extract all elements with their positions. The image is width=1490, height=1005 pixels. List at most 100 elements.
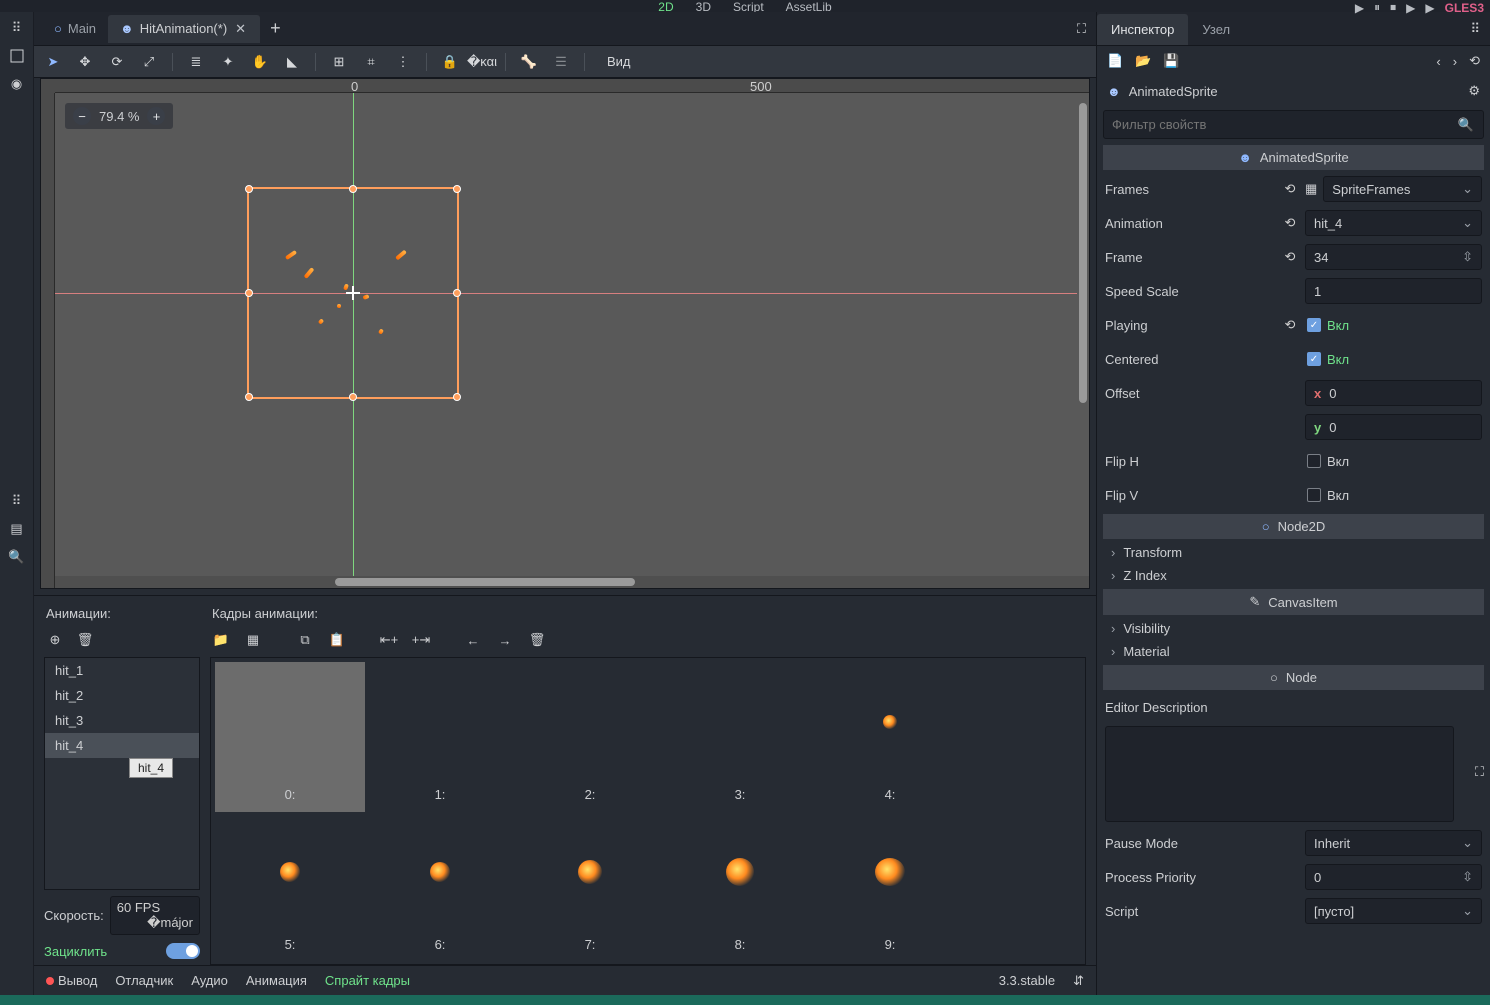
play-scene-icon[interactable]: ▶ <box>1406 1 1415 15</box>
status-spriteframes[interactable]: Спрайт кадры <box>325 973 410 988</box>
snap-toggle-icon[interactable]: ⊞ <box>330 53 348 71</box>
copy-frame-icon[interactable]: ⧉ <box>296 631 314 649</box>
inspector-tab[interactable]: Инспектор <box>1097 14 1188 45</box>
section-node[interactable]: ○Node <box>1103 665 1484 690</box>
rotate-tool-icon[interactable]: ⟳ <box>108 53 126 71</box>
new-resource-icon[interactable]: 📄 <box>1107 53 1123 69</box>
zoom-in-button[interactable]: + <box>147 107 165 125</box>
ruler-tool-icon[interactable]: ◣ <box>283 53 301 71</box>
node-options-icon[interactable]: ⚙ <box>1468 83 1480 99</box>
dock-drag3-icon[interactable]: ⠿ <box>1460 13 1490 45</box>
lock-icon[interactable]: 🔒 <box>441 53 459 71</box>
pan-tool-icon[interactable]: ✋ <box>251 53 269 71</box>
more-snap-icon[interactable]: ⋮ <box>394 53 412 71</box>
insert-after-icon[interactable]: +⇥ <box>412 631 430 649</box>
anim-item-hit3[interactable]: hit_3 <box>45 708 199 733</box>
frame-6[interactable]: 6: <box>365 812 515 962</box>
history-fwd-icon[interactable]: › <box>1453 54 1457 69</box>
add-animation-icon[interactable]: ⊕ <box>46 631 64 649</box>
close-tab-icon[interactable]: ✕ <box>233 21 248 37</box>
frame-0[interactable]: 0: <box>215 662 365 812</box>
offset-y-value[interactable]: y0 <box>1305 414 1482 440</box>
frame-7[interactable]: 7: <box>515 812 665 962</box>
frame-4[interactable]: 4: <box>815 662 965 812</box>
script-value[interactable]: [пусто]⌄ <box>1305 898 1482 924</box>
frames-grid[interactable]: 0: 1: 2: 3: 4: 5: 6: 7: 8: 9: <box>210 657 1086 965</box>
delete-frame-icon[interactable]: 🗑 <box>528 631 546 649</box>
play-custom-icon[interactable]: ▶ <box>1425 1 1434 15</box>
animation-list[interactable]: hit_1 hit_2 hit_3 hit_4 hit_4 <box>44 657 200 890</box>
group-transform[interactable]: ›Transform <box>1097 541 1490 564</box>
scene-dock-icon[interactable] <box>7 46 27 66</box>
move-tool-icon[interactable]: ✥ <box>76 53 94 71</box>
frame-revert-icon[interactable]: ⟲ <box>1281 249 1299 265</box>
frame-2[interactable]: 2: <box>515 662 665 812</box>
playing-revert-icon[interactable]: ⟲ <box>1281 317 1299 333</box>
history-menu-icon[interactable]: ⟲ <box>1469 53 1480 69</box>
eye-icon[interactable]: ◉ <box>7 74 27 94</box>
pausemode-value[interactable]: Inherit⌄ <box>1305 830 1482 856</box>
view-menu[interactable]: Вид <box>599 54 639 69</box>
stop-icon[interactable]: ⏹ <box>1390 0 1396 15</box>
open-resource-icon[interactable]: 📂 <box>1135 53 1151 69</box>
frame-5[interactable]: 5: <box>215 812 365 962</box>
playing-checkbox[interactable]: ✓Вкл <box>1305 312 1482 338</box>
editor-desc-textarea[interactable] <box>1105 726 1454 822</box>
speed-input[interactable]: 60 FPS�májor <box>110 896 200 935</box>
loop-toggle[interactable] <box>166 943 200 959</box>
canvas-viewport[interactable]: 0 500 <box>40 78 1090 589</box>
history-back-icon[interactable]: ‹ <box>1436 54 1440 69</box>
insert-before-icon[interactable]: ⇤+ <box>380 631 398 649</box>
anim-item-hit4[interactable]: hit_4 <box>45 733 199 758</box>
search-icon[interactable]: 🔍 <box>1458 117 1474 133</box>
section-node2d[interactable]: ○Node2D <box>1103 514 1484 539</box>
frame-value[interactable]: 34⇳ <box>1305 244 1482 270</box>
status-audio[interactable]: Аудио <box>191 973 228 988</box>
zoom-out-button[interactable]: − <box>73 107 91 125</box>
tab-hitanimation[interactable]: ☻ HitAnimation(*) ✕ <box>108 15 260 43</box>
node-tab[interactable]: Узел <box>1188 14 1244 45</box>
anim-item-hit1[interactable]: hit_1 <box>45 658 199 683</box>
scale-tool-icon[interactable]: ⤢ <box>140 53 158 71</box>
pivot-tool-icon[interactable]: ✦ <box>219 53 237 71</box>
selection-box[interactable] <box>247 187 459 399</box>
delete-animation-icon[interactable]: 🗑 <box>76 631 94 649</box>
save-resource-icon[interactable]: 💾 <box>1163 53 1179 69</box>
status-output[interactable]: Вывод <box>46 973 97 988</box>
tab-main[interactable]: ○ Main <box>42 15 108 42</box>
search-dock-icon[interactable]: 🔍 <box>7 547 27 567</box>
canvas-vscrollbar[interactable] <box>1077 93 1089 576</box>
pause-icon[interactable]: ⏸ <box>1374 0 1380 15</box>
canvas-hscrollbar[interactable] <box>55 576 1089 588</box>
distraction-free-icon[interactable]: ⛶ <box>1067 17 1096 41</box>
section-animatedsprite[interactable]: ☻ AnimatedSprite <box>1103 145 1484 170</box>
list-tool-icon[interactable]: ≣ <box>187 53 205 71</box>
ruler-vertical[interactable] <box>41 93 55 588</box>
dock-drag2-icon[interactable]: ⠿ <box>7 491 27 511</box>
anim-item-hit2[interactable]: hit_2 <box>45 683 199 708</box>
group-icon[interactable]: �και <box>473 53 491 71</box>
move-left-icon[interactable]: ← <box>464 631 482 649</box>
bone-icon[interactable]: 🦴 <box>520 53 538 71</box>
grid-frame-icon[interactable]: ▦ <box>244 631 262 649</box>
skeleton-icon[interactable]: ☰ <box>552 53 570 71</box>
frame-1[interactable]: 1: <box>365 662 515 812</box>
status-animation[interactable]: Анимация <box>246 973 307 988</box>
move-right-icon[interactable]: → <box>496 631 514 649</box>
bottom-panel-toggle-icon[interactable]: ⇵ <box>1073 973 1084 989</box>
renderer-dropdown[interactable]: GLES3 <box>1445 1 1484 15</box>
animation-revert-icon[interactable]: ⟲ <box>1281 215 1299 231</box>
frame-8[interactable]: 8: <box>665 812 815 962</box>
add-tab-button[interactable]: + <box>260 14 291 43</box>
section-canvasitem[interactable]: ✎CanvasItem <box>1103 589 1484 615</box>
group-zindex[interactable]: ›Z Index <box>1097 564 1490 587</box>
frames-value[interactable]: SpriteFrames⌄ <box>1323 176 1482 202</box>
dock-drag-icon[interactable]: ⠿ <box>7 18 27 38</box>
frames-revert-icon[interactable]: ⟲ <box>1281 181 1299 197</box>
filesystem-dock-icon[interactable]: ▤ <box>7 519 27 539</box>
fliph-checkbox[interactable]: Вкл <box>1305 448 1482 474</box>
flipv-checkbox[interactable]: Вкл <box>1305 482 1482 508</box>
select-tool-icon[interactable]: ➤ <box>44 53 62 71</box>
ruler-horizontal[interactable]: 0 500 <box>55 79 1089 93</box>
status-debugger[interactable]: Отладчик <box>115 973 173 988</box>
